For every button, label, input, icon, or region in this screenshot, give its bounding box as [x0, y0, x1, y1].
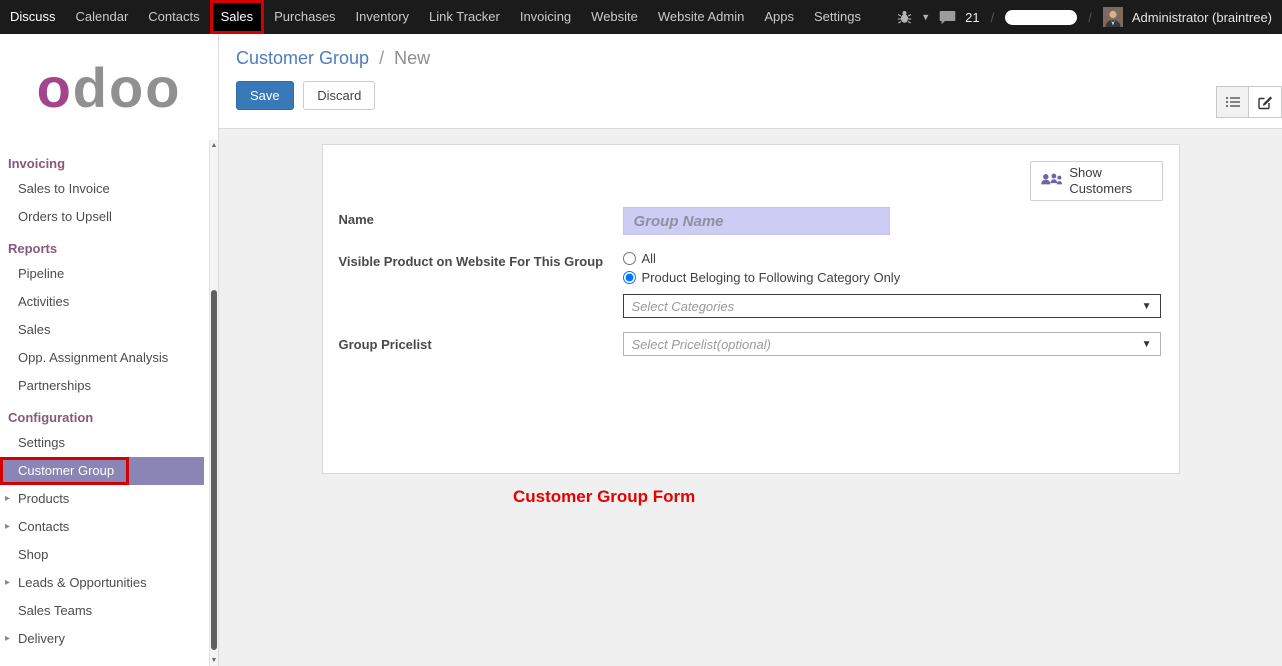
sidebar-item-orders-to-upsell[interactable]: Orders to Upsell — [0, 203, 218, 231]
logo-letters: doo — [73, 55, 182, 120]
form-fields: Name Visible Product on Website For This… — [339, 207, 1163, 356]
sidebar-item-delivery[interactable]: ▸ Delivery — [0, 625, 218, 653]
pricelist-select-placeholder: Select Pricelist(optional) — [632, 337, 771, 352]
view-switcher — [1216, 86, 1282, 118]
name-field-cell — [623, 207, 1163, 235]
menu-inventory[interactable]: Inventory — [346, 0, 419, 34]
menu-settings[interactable]: Settings — [804, 0, 871, 34]
form-view-button[interactable] — [1249, 87, 1281, 117]
form-view-icon — [1257, 94, 1273, 110]
sidebar-item-products[interactable]: ▸ Products — [0, 485, 218, 513]
menu-sales[interactable]: Sales — [210, 0, 265, 34]
sidebar-item-shop[interactable]: Shop — [0, 541, 218, 569]
list-view-icon — [1225, 95, 1241, 109]
categories-select[interactable]: Select Categories ▼ — [623, 294, 1161, 318]
list-view-button[interactable] — [1217, 87, 1249, 117]
customers-group-icon — [1039, 171, 1063, 191]
radio-option-all[interactable]: All — [623, 249, 1163, 268]
sidebar-item-settings[interactable]: Settings — [0, 429, 218, 457]
debug-dropdown-caret-icon[interactable]: ▼ — [921, 12, 930, 22]
debug-bug-icon[interactable] — [897, 10, 912, 24]
scroll-down-icon[interactable]: ▼ — [210, 657, 218, 664]
annotation-box-customer-group: Customer Group — [0, 457, 129, 485]
sidebar-section-reports: Reports — [0, 231, 218, 260]
user-menu[interactable]: Administrator (braintree) — [1132, 10, 1272, 25]
sidebar-item-pipeline[interactable]: Pipeline — [0, 260, 218, 288]
odoo-logo: odoo — [0, 34, 218, 140]
sidebar-item-label: Leads & Opportunities — [18, 575, 147, 590]
expand-arrow-icon: ▸ — [5, 625, 10, 653]
sidebar-section-invoicing: Invoicing — [0, 146, 218, 175]
visible-product-field-label: Visible Product on Website For This Grou… — [339, 249, 623, 269]
app-sidebar: odoo Invoicing Sales to Invoice Orders t… — [0, 34, 219, 666]
sidebar-item-opp-assignment-analysis[interactable]: Opp. Assignment Analysis — [0, 344, 218, 372]
sidebar-menu: Invoicing Sales to Invoice Orders to Ups… — [0, 140, 218, 653]
breadcrumb-current: New — [394, 48, 430, 68]
group-name-input[interactable] — [623, 207, 890, 235]
systray-divider2: / — [1088, 10, 1092, 25]
menu-website[interactable]: Website — [581, 0, 648, 34]
show-customers-label: Show Customers — [1069, 165, 1153, 196]
expand-arrow-icon: ▸ — [5, 485, 10, 513]
menu-discuss[interactable]: Discuss — [0, 0, 66, 34]
breadcrumb-parent-link[interactable]: Customer Group — [236, 48, 369, 68]
systray: ▼ 21 / / Administrator (braintree) — [897, 7, 1282, 27]
radio-option-category-only[interactable]: Product Beloging to Following Category O… — [623, 268, 1163, 287]
scrollbar-thumb[interactable] — [211, 290, 217, 650]
visible-product-field: All Product Beloging to Following Catego… — [623, 249, 1163, 318]
menu-apps[interactable]: Apps — [754, 0, 804, 34]
breadcrumb-separator: / — [379, 48, 384, 68]
menu-link-tracker[interactable]: Link Tracker — [419, 0, 510, 34]
sidebar-item-sales-teams[interactable]: Sales Teams — [0, 597, 218, 625]
systray-divider: / — [991, 10, 995, 25]
expand-arrow-icon: ▸ — [5, 569, 10, 597]
message-count-badge[interactable]: 21 — [965, 10, 979, 25]
top-menu-bar: Discuss Calendar Contacts Sales Purchase… — [0, 0, 1282, 34]
form-sheet: Show Customers Name Visible Product on W… — [322, 144, 1180, 474]
sidebar-item-label: Products — [18, 491, 69, 506]
radio-category-only-label: Product Beloging to Following Category O… — [642, 270, 901, 285]
sidebar-item-label: Contacts — [18, 519, 69, 534]
categories-select-placeholder: Select Categories — [632, 299, 735, 314]
radio-category-only-input[interactable] — [623, 271, 636, 284]
menu-purchases[interactable]: Purchases — [264, 0, 345, 34]
pricelist-field-label: Group Pricelist — [339, 332, 623, 352]
form-content-area: Show Customers Name Visible Product on W… — [219, 128, 1282, 666]
user-avatar[interactable] — [1103, 7, 1123, 27]
breadcrumb: Customer Group / New — [236, 48, 1282, 69]
sidebar-item-customer-group[interactable]: Customer Group — [0, 457, 204, 485]
scroll-up-icon[interactable]: ▲ — [210, 142, 218, 149]
pricelist-select[interactable]: Select Pricelist(optional) ▼ — [623, 332, 1161, 356]
name-field-label: Name — [339, 207, 623, 227]
sidebar-item-sales-to-invoice[interactable]: Sales to Invoice — [0, 175, 218, 203]
sidebar-item-contacts[interactable]: ▸ Contacts — [0, 513, 218, 541]
save-button[interactable]: Save — [236, 81, 294, 110]
select-caret-icon: ▼ — [1142, 301, 1152, 312]
menu-website-admin[interactable]: Website Admin — [648, 0, 754, 34]
menu-contacts[interactable]: Contacts — [138, 0, 209, 34]
loading-indicator-pill — [1005, 10, 1077, 25]
sidebar-section-configuration: Configuration — [0, 400, 218, 429]
control-panel: Customer Group / New Save Discard — [219, 34, 1282, 128]
discard-button[interactable]: Discard — [303, 81, 375, 110]
menu-invoicing[interactable]: Invoicing — [510, 0, 581, 34]
logo-letter-accent: o — [37, 55, 73, 120]
select-caret-icon: ▼ — [1142, 339, 1152, 350]
sidebar-item-partnerships[interactable]: Partnerships — [0, 372, 218, 400]
expand-arrow-icon: ▸ — [5, 513, 10, 541]
radio-all-label: All — [642, 251, 656, 266]
sidebar-item-label: Delivery — [18, 631, 65, 646]
annotation-caption: Customer Group Form — [513, 487, 695, 507]
sidebar-item-leads-opportunities[interactable]: ▸ Leads & Opportunities — [0, 569, 218, 597]
menu-calendar[interactable]: Calendar — [66, 0, 139, 34]
messages-bubble-icon[interactable] — [939, 10, 956, 25]
sidebar-scrollbar[interactable]: ▲ ▼ — [209, 140, 218, 666]
sidebar-item-activities[interactable]: Activities — [0, 288, 218, 316]
sidebar-item-sales[interactable]: Sales — [0, 316, 218, 344]
radio-all-input[interactable] — [623, 252, 636, 265]
main-area: Customer Group / New Save Discard — [219, 34, 1282, 666]
show-customers-button[interactable]: Show Customers — [1030, 161, 1163, 201]
pricelist-field-cell: Select Pricelist(optional) ▼ — [623, 332, 1163, 356]
